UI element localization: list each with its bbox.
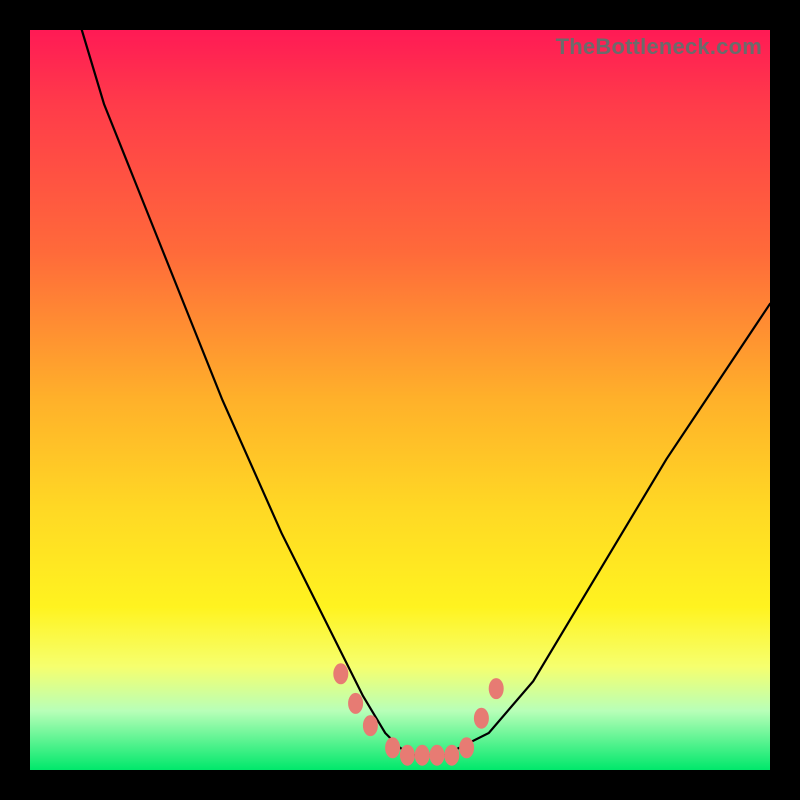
curve-marker <box>445 745 459 765</box>
curve-path <box>82 30 770 755</box>
curve-marker <box>363 716 377 736</box>
curve-marker <box>415 745 429 765</box>
curve-marker <box>430 745 444 765</box>
curve-marker <box>349 693 363 713</box>
plot-area: TheBottleneck.com <box>30 30 770 770</box>
curve-marker <box>400 745 414 765</box>
curve-marker <box>460 738 474 758</box>
bottleneck-curve <box>30 30 770 770</box>
chart-frame: TheBottleneck.com <box>0 0 800 800</box>
curve-marker <box>489 679 503 699</box>
marker-group <box>334 664 503 765</box>
curve-marker <box>334 664 348 684</box>
curve-marker <box>386 738 400 758</box>
curve-marker <box>474 708 488 728</box>
